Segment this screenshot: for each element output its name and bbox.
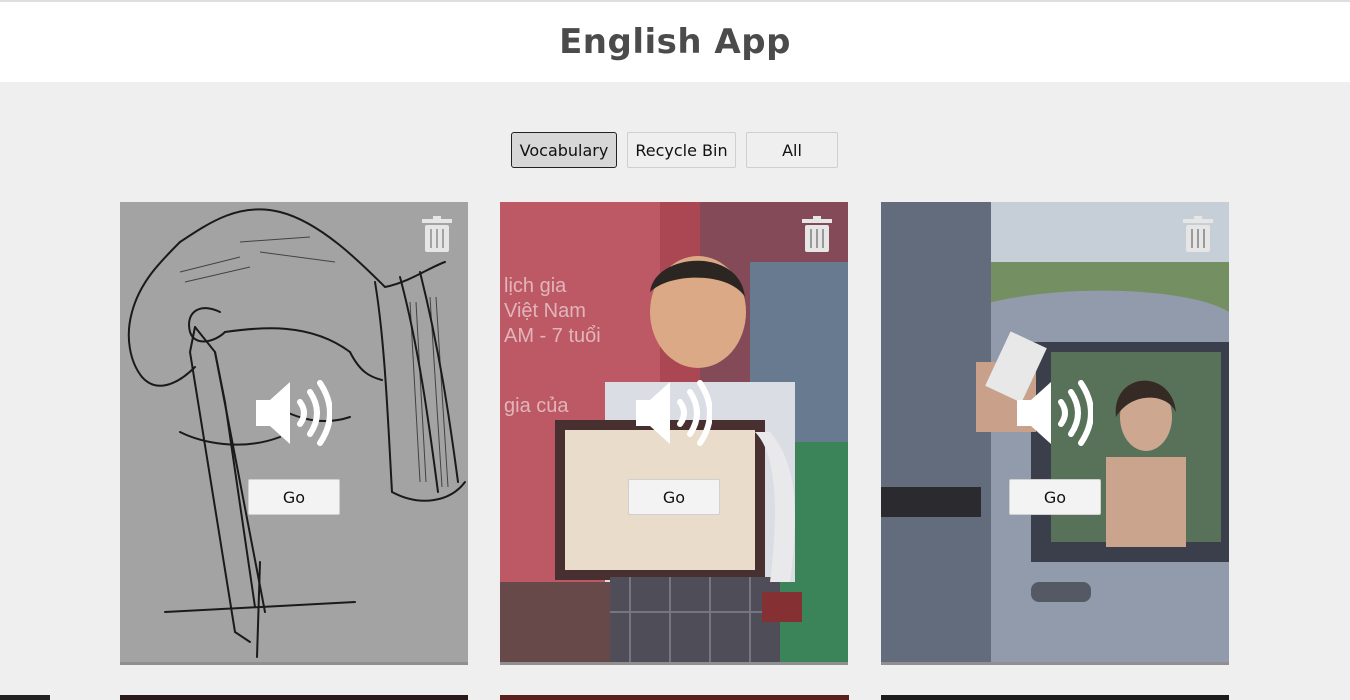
vocabulary-card[interactable]: Go [881,202,1229,665]
svg-text:lịch gia: lịch gia [504,275,567,297]
trash-icon[interactable] [802,216,832,252]
app-header: English App [0,2,1350,82]
speaker-icon[interactable] [636,380,712,446]
speaker-icon[interactable] [256,380,332,446]
go-button[interactable]: Go [1009,479,1101,515]
svg-text:Việt Nam: Việt Nam [504,300,586,322]
trash-icon[interactable] [1183,216,1213,252]
go-button[interactable]: Go [248,479,340,515]
svg-text:AM - 7 tuổi: AM - 7 tuổi [504,325,601,347]
go-button[interactable]: Go [628,479,720,515]
app-title: English App [559,22,791,62]
vocabulary-card[interactable]: Go [120,202,468,665]
speaker-icon[interactable] [1017,380,1093,446]
vocabulary-card[interactable]: lịch gia Việt Nam AM - 7 tuổi gia của Go [500,202,848,665]
next-row-card-edge [120,695,468,700]
svg-text:gia của: gia của [504,395,569,417]
tab-vocabulary[interactable]: Vocabulary [511,132,617,168]
next-row-card-edge [0,695,50,700]
next-row-card-edge [500,695,849,700]
tab-all[interactable]: All [746,132,838,168]
filter-tabs: Vocabulary Recycle Bin All [0,132,1350,168]
trash-icon[interactable] [422,216,452,252]
next-row-card-edge [881,695,1229,700]
tab-recycle-bin[interactable]: Recycle Bin [627,132,736,168]
